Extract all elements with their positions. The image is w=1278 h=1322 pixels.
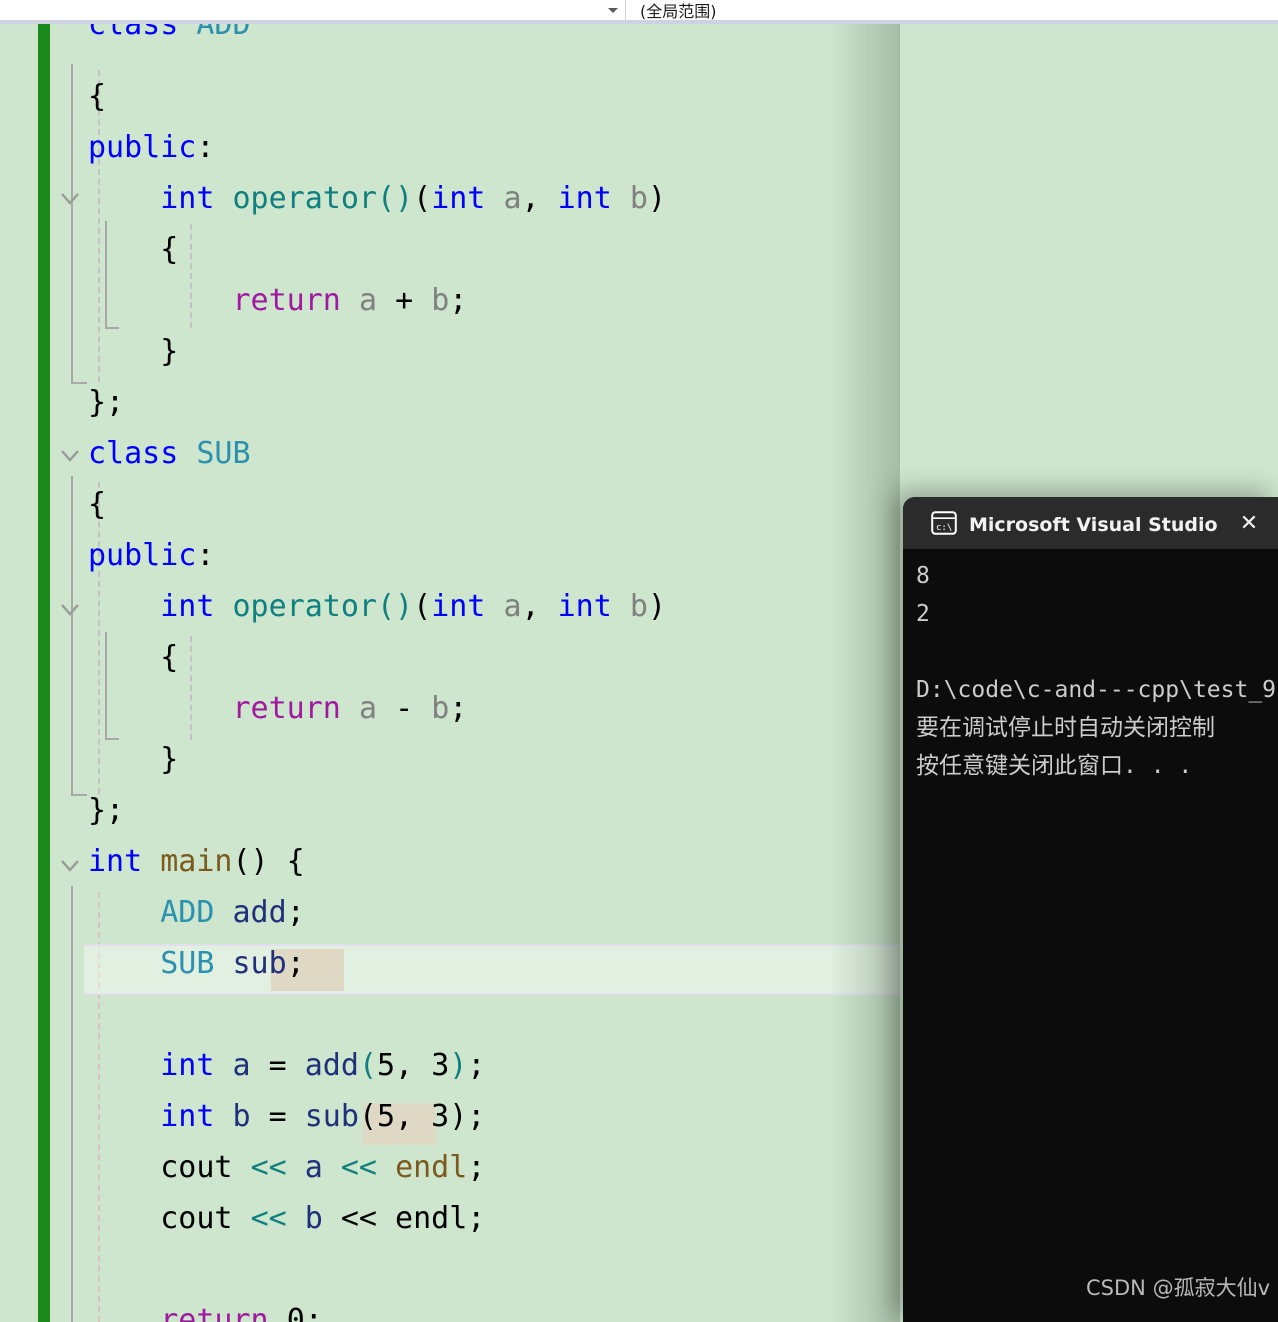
- code-line-23: cout << b << endl;: [160, 1201, 486, 1236]
- code-line-18: SUB sub;: [160, 946, 305, 981]
- chevron-down-icon[interactable]: [602, 0, 624, 20]
- screenshot-root: (全局范围) class ADD {public: int operator(…: [0, 0, 1278, 1322]
- code-line-13: return a - b;: [232, 691, 468, 726]
- close-icon[interactable]: ✕: [1236, 511, 1262, 537]
- code-line-3: int operator()(int a, int b): [160, 181, 666, 216]
- console-title-bar[interactable]: c:\ Microsoft Visual Studio 调试控 ✕: [903, 497, 1278, 549]
- navbar-left-dropdown[interactable]: [0, 0, 604, 20]
- code-line-25: return 0;: [160, 1303, 323, 1322]
- code-line-22: cout << a << endl;: [160, 1150, 486, 1185]
- console-line-5: 按任意键关闭此窗口. . .: [916, 753, 1193, 779]
- code-line-17: ADD add;: [160, 895, 305, 930]
- code-line-10: public:: [88, 538, 215, 573]
- console-line-3: D:\code\c-and---cpp\test_9: [916, 677, 1277, 703]
- console-line-4: 要在调试停止时自动关闭控制: [916, 715, 1215, 741]
- navbar-separator: [625, 0, 626, 20]
- code-line-0: class ADD: [88, 24, 251, 42]
- code-line-5: return a + b;: [232, 283, 468, 318]
- code-line-14: }: [160, 742, 179, 777]
- console-title-text: Microsoft Visual Studio 调试控: [969, 513, 1221, 536]
- code-line-16: int main() {: [88, 844, 305, 879]
- csdn-watermark: CSDN @孤寂大仙v: [1086, 1276, 1270, 1300]
- code-line-15: };: [88, 793, 125, 828]
- console-output: 8 2 D:\code\c-and---cpp\test_9 要在调试停止时自动…: [903, 549, 1278, 1322]
- code-line-6: }: [160, 334, 179, 369]
- code-line-2: public:: [88, 130, 215, 165]
- code-line-4: {: [160, 232, 179, 267]
- svg-text:c:\: c:\: [936, 523, 952, 533]
- code-line-12: {: [160, 640, 179, 675]
- code-line-21: int b = sub(5, 3);: [160, 1099, 486, 1134]
- console-line-0: 8: [916, 563, 930, 589]
- code-line-7: };: [88, 385, 125, 420]
- editor-navigation-bar: (全局范围): [0, 0, 1278, 24]
- console-line-1: 2: [916, 601, 930, 627]
- code-line-8: class SUB: [88, 436, 251, 471]
- code-line-11: int operator()(int a, int b): [160, 589, 666, 624]
- navbar-scope-label[interactable]: (全局范围): [640, 0, 717, 21]
- debug-console-window[interactable]: c:\ Microsoft Visual Studio 调试控 ✕ 8 2 D:…: [903, 497, 1278, 1322]
- command-prompt-icon: c:\: [931, 511, 957, 535]
- code-line-20: int a = add(5, 3);: [160, 1048, 486, 1083]
- code-line-9: {: [88, 487, 107, 522]
- code-line-1: {: [88, 79, 107, 114]
